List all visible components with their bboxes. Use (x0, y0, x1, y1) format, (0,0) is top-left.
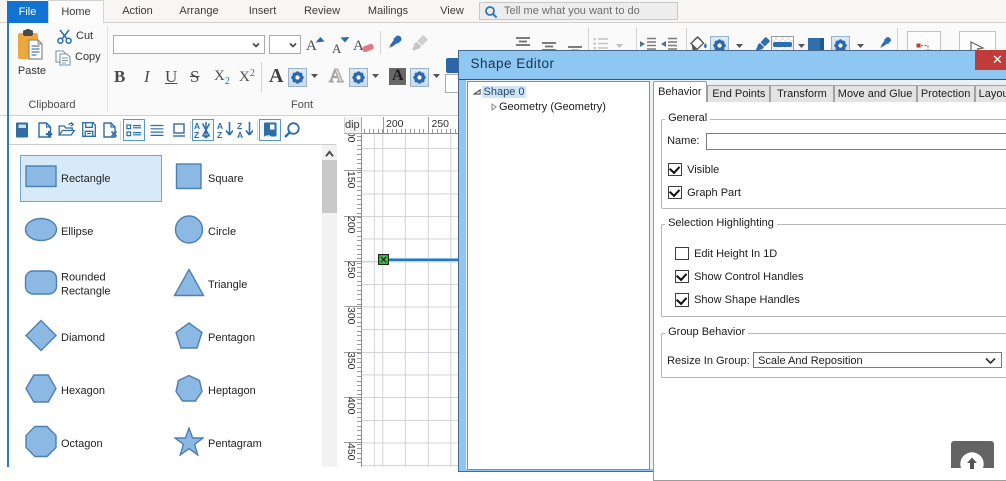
svg-text:Z: Z (217, 130, 222, 139)
svg-text:Z: Z (194, 130, 199, 139)
svg-text:A: A (237, 130, 243, 139)
